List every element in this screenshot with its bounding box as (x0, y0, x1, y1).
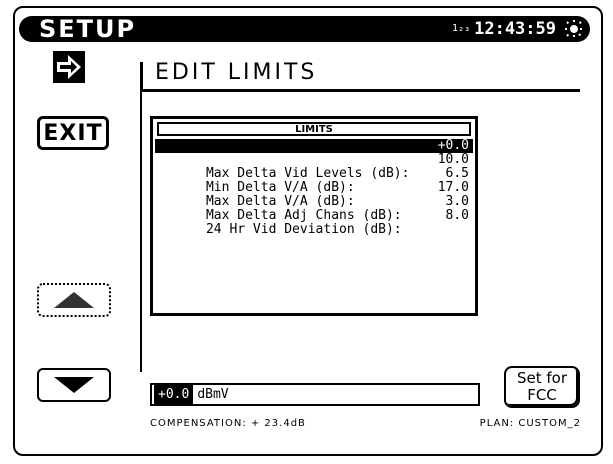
set-for-fcc-button[interactable]: Set for FCC (504, 366, 580, 408)
limit-row[interactable]: Min Video Level (dBmV): +0.0 (155, 138, 473, 167)
limit-value: 10.0 (437, 152, 469, 167)
limit-row[interactable]: Max Delta V/A (dB): 17.0 (155, 180, 473, 209)
limit-value: 6.5 (445, 166, 469, 181)
value-input[interactable]: +0.0 dBmV (150, 383, 480, 406)
triangle-up-icon (54, 292, 94, 308)
input-unit: dBmV (197, 387, 229, 402)
screen-title: SETUP (39, 15, 137, 43)
limit-value: 17.0 (437, 180, 469, 195)
triangle-down-icon (54, 377, 94, 393)
clock-time: 12:43:59 (474, 19, 556, 39)
title-bar: SETUP 1₂₃ 12:43:59 (19, 16, 590, 42)
arrow-right-icon (53, 51, 85, 83)
divider-line (140, 92, 142, 372)
limit-label: 24 Hr Vid Deviation (dB): (205, 222, 402, 237)
sun-icon (565, 20, 583, 38)
fcc-label-line1: Set for (516, 369, 568, 387)
limits-header: LIMITS (157, 122, 471, 136)
plan-readout: PLAN: CUSTOM_2 (479, 418, 581, 429)
compensation-readout: COMPENSATION: + 23.4dB (150, 418, 306, 429)
page-heading: EDIT LIMITS (155, 60, 318, 85)
scroll-up-button[interactable] (37, 283, 111, 317)
exit-button[interactable]: EXIT (37, 116, 109, 150)
input-value: +0.0 (154, 385, 194, 404)
limits-list: Min Video Level (dBmV): +0.0 Max Delta V… (155, 138, 473, 237)
limit-row[interactable]: Max Delta Adj Chans (dB): 3.0 (155, 194, 473, 223)
limit-row[interactable]: 24 Hr Vid Deviation (dB): 8.0 (155, 208, 473, 237)
exit-label: EXIT (43, 120, 103, 146)
limit-row[interactable]: Min Delta V/A (dB): 6.5 (155, 166, 473, 195)
fcc-label-line2: FCC (527, 386, 557, 404)
limits-panel: LIMITS Min Video Level (dBmV): +0.0 Max … (150, 116, 478, 316)
limit-value: 3.0 (445, 194, 469, 209)
page-heading-box: EDIT LIMITS (140, 60, 580, 92)
limit-row[interactable]: Max Delta Vid Levels (dB): 10.0 (155, 152, 473, 181)
limit-value: +0.0 (437, 138, 469, 153)
status-superscript: 1₂₃ (452, 23, 471, 34)
limit-value: 8.0 (445, 208, 469, 223)
status-clock: 1₂₃ 12:43:59 (452, 16, 556, 42)
scroll-down-button[interactable] (37, 368, 111, 402)
